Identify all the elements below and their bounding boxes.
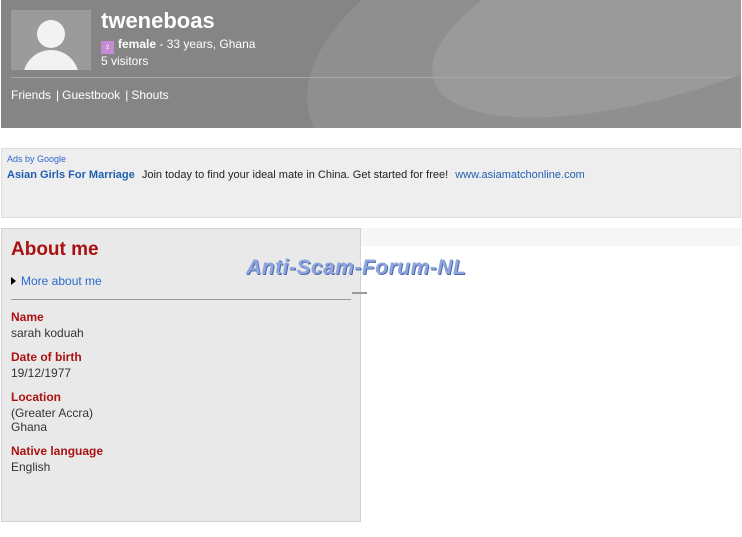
field-label-date-of-birth: Date of birth — [11, 350, 82, 364]
google-ads-box: Ads by Google Asian Girls For Marriage J… — [1, 148, 741, 218]
profile-age-location: - 33 years, Ghana — [156, 37, 256, 51]
content-strip — [361, 228, 741, 246]
profile-header: tweneboas ♀ female - 33 years, Ghana 5 vi… — [1, 0, 741, 128]
profile-nav: Friends | Guestbook | Shouts — [11, 88, 169, 102]
triangle-right-icon — [11, 277, 16, 285]
field-value-location-country: Ghana — [11, 420, 48, 434]
ad-line: Asian Girls For Marriage Join today to f… — [7, 169, 585, 181]
nav-friends-link[interactable]: Friends — [11, 88, 51, 102]
nav-guestbook-link[interactable]: Guestbook — [62, 88, 120, 102]
about-me-heading: About me — [11, 239, 99, 260]
ad-url-link[interactable]: www.asiamatchonline.com — [455, 169, 585, 181]
profile-gender: female — [118, 37, 157, 51]
nav-shouts-link[interactable]: Shouts — [131, 88, 168, 102]
watermark-underline — [352, 292, 367, 294]
ad-title-link[interactable]: Asian Girls For Marriage — [7, 169, 135, 181]
avatar-head-shape — [37, 20, 65, 48]
ad-description: Join today to find your ideal mate in Ch… — [141, 169, 449, 181]
more-about-me-label: More about me — [21, 274, 102, 288]
field-value-location-region: (Greater Accra) — [11, 406, 94, 420]
avatar[interactable] — [11, 10, 91, 70]
field-label-name: Name — [11, 310, 44, 324]
field-value-name: sarah koduah — [11, 326, 84, 340]
ads-by-google-link[interactable]: Ads by Google — [7, 154, 66, 164]
field-label-native-language: Native language — [11, 444, 104, 458]
profile-info-line: ♀ female - 33 years, Ghana — [101, 37, 255, 54]
field-value-native-language: English — [11, 460, 51, 474]
watermark-text: Anti-Scam-Forum-NL — [246, 256, 467, 279]
more-about-me-link[interactable]: More about me — [11, 274, 102, 288]
nav-separator: | — [56, 88, 60, 102]
field-label-location: Location — [11, 390, 61, 404]
female-symbol-icon: ♀ — [101, 41, 114, 54]
avatar-body-shape — [23, 50, 79, 70]
profile-username: tweneboas — [101, 8, 215, 33]
about-divider — [11, 299, 351, 300]
field-value-date-of-birth: 19/12/1977 — [11, 366, 72, 380]
header-divider — [11, 77, 733, 78]
profile-visitors: 5 visitors — [101, 54, 149, 68]
nav-separator: | — [125, 88, 129, 102]
